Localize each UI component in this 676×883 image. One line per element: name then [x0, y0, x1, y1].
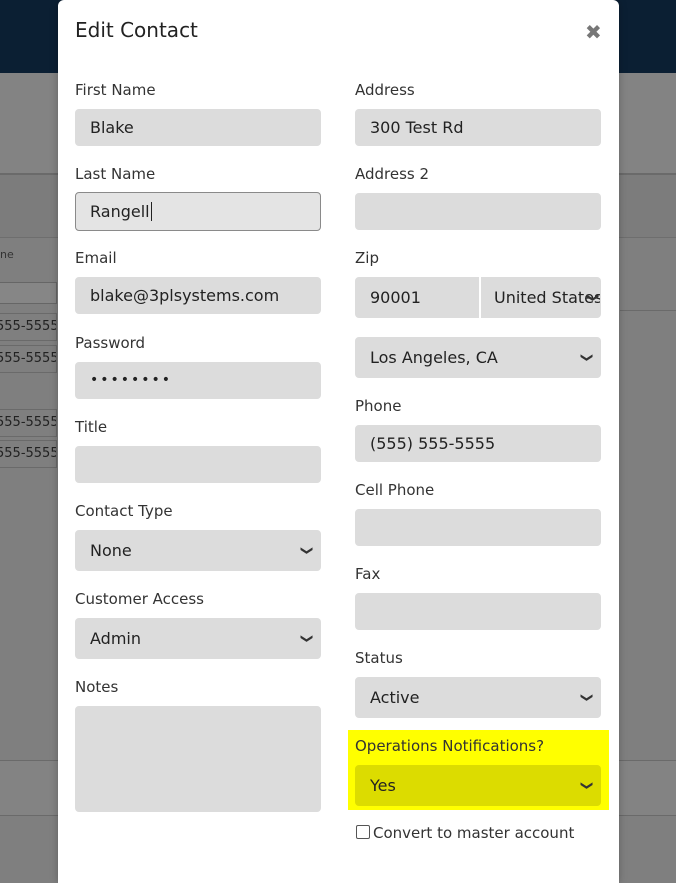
- table-cell-phone: 555-5555: [0, 313, 57, 341]
- customer-access-value: Admin: [90, 629, 141, 648]
- table-cell-phone: 555-5555: [0, 409, 57, 437]
- city-state-select[interactable]: Los Angeles, CA ❯: [355, 337, 601, 378]
- password-label: Password: [75, 334, 146, 352]
- email-input[interactable]: blake@3plsystems.com: [75, 277, 321, 314]
- chevron-down-icon: ❯: [580, 780, 595, 791]
- contact-type-value: None: [90, 541, 132, 560]
- first-name-label: First Name: [75, 81, 156, 99]
- operations-notifications-label: Operations Notifications?: [355, 737, 545, 755]
- phone-label: Phone: [355, 397, 402, 415]
- customer-access-select[interactable]: Admin ❯: [75, 618, 321, 659]
- last-name-label: Last Name: [75, 165, 156, 183]
- cell-phone-input[interactable]: [355, 509, 601, 546]
- chevron-down-icon: ❯: [580, 352, 595, 363]
- notes-textarea[interactable]: [75, 706, 321, 812]
- chevron-down-icon: ❯: [586, 292, 601, 303]
- country-select[interactable]: United States ❯: [481, 277, 601, 318]
- status-label: Status: [355, 649, 403, 667]
- fax-input[interactable]: [355, 593, 601, 630]
- title-label: Title: [75, 418, 108, 436]
- zip-input[interactable]: 90001: [355, 277, 479, 318]
- chevron-down-icon: ❯: [300, 633, 315, 644]
- status-select[interactable]: Active ❯: [355, 677, 601, 718]
- table-divider: [620, 310, 676, 311]
- address2-input[interactable]: [355, 193, 601, 230]
- chevron-down-icon: ❯: [300, 545, 315, 556]
- email-label: Email: [75, 249, 117, 267]
- contact-type-select[interactable]: None ❯: [75, 530, 321, 571]
- password-input[interactable]: ••••••••: [75, 362, 321, 399]
- first-name-input[interactable]: Blake: [75, 109, 321, 146]
- operations-notifications-select[interactable]: Yes ❯: [355, 765, 601, 806]
- phone-input[interactable]: (555) 555-5555: [355, 425, 601, 462]
- fax-label: Fax: [355, 565, 381, 583]
- convert-master-label: Convert to master account: [373, 824, 575, 842]
- last-name-value: Rangell: [90, 202, 150, 221]
- operations-notifications-value: Yes: [370, 776, 396, 795]
- city-state-value: Los Angeles, CA: [370, 348, 498, 367]
- notes-label: Notes: [75, 678, 119, 696]
- text-cursor: [150, 202, 152, 221]
- customer-access-label: Customer Access: [75, 590, 204, 608]
- table-column-filter: [0, 282, 57, 304]
- modal-title: Edit Contact: [75, 18, 198, 42]
- title-input[interactable]: [75, 446, 321, 483]
- address-label: Address: [355, 81, 415, 99]
- table-column-header: ne: [0, 248, 14, 261]
- convert-master-checkbox[interactable]: [356, 825, 370, 839]
- edit-contact-modal: Edit Contact ✖ First Name Blake Last Nam…: [58, 0, 619, 883]
- cell-phone-label: Cell Phone: [355, 481, 435, 499]
- table-cell-phone: 555-5555: [0, 345, 57, 373]
- address2-label: Address 2: [355, 165, 430, 183]
- chevron-down-icon: ❯: [580, 692, 595, 703]
- last-name-input[interactable]: Rangell: [75, 192, 321, 231]
- table-cell-phone: 555-5555: [0, 440, 57, 468]
- status-value: Active: [370, 688, 420, 707]
- address-input[interactable]: 300 Test Rd: [355, 109, 601, 146]
- close-icon[interactable]: ✖: [585, 20, 602, 44]
- contact-type-label: Contact Type: [75, 502, 173, 520]
- zip-label: Zip: [355, 249, 379, 267]
